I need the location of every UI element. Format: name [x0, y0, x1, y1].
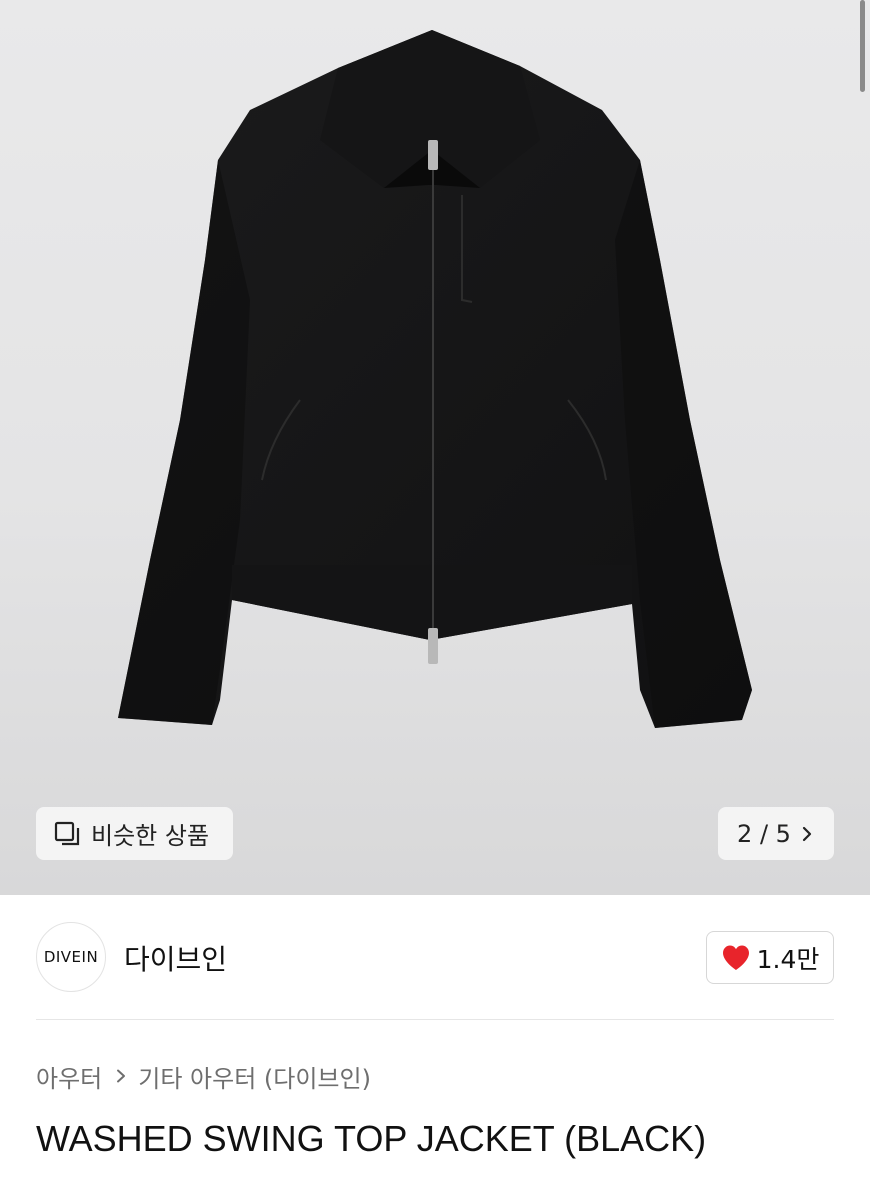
brand-logo[interactable]: DIVEIN	[36, 922, 106, 992]
product-image-gallery[interactable]: 비슷한 상품 2 / 5	[0, 0, 870, 895]
like-button[interactable]: 1.4만	[706, 931, 834, 984]
similar-products-icon	[54, 821, 80, 845]
breadcrumb-subcategory[interactable]: 기타 아우터 (다이브인)	[138, 1059, 371, 1094]
breadcrumb: 아우터 기타 아우터 (다이브인)	[36, 1059, 371, 1093]
similar-products-label: 비슷한 상품	[91, 822, 210, 850]
chevron-right-icon	[802, 826, 812, 841]
image-counter-button[interactable]: 2 / 5	[718, 807, 834, 860]
divider	[36, 1019, 834, 1020]
chevron-right-icon	[117, 1069, 126, 1083]
brand-logo-text: DIVEIN	[43, 948, 99, 966]
image-counter: 2 / 5	[737, 819, 791, 848]
product-image	[118, 30, 752, 728]
scrollbar-thumb[interactable]	[860, 0, 865, 92]
like-count: 1.4만	[756, 944, 820, 974]
product-title: WASHED SWING TOP JACKET (BLACK)	[36, 1118, 707, 1159]
breadcrumb-category[interactable]: 아우터	[36, 1059, 102, 1094]
brand-name[interactable]: 다이브인	[124, 938, 227, 978]
heart-icon	[722, 945, 749, 970]
similar-products-button[interactable]: 비슷한 상품	[36, 807, 233, 860]
